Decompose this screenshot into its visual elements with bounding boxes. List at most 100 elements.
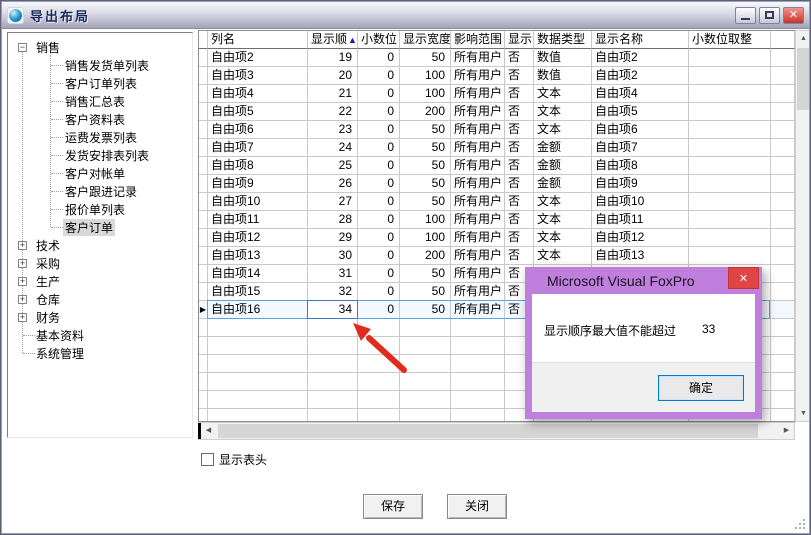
scroll-right-button[interactable]: ▶ [779,423,794,438]
cell-列名[interactable]: 自由项5 [208,103,308,121]
cell-显示[interactable]: 否 [505,121,534,139]
cell-数据类型[interactable]: 文本 [534,229,592,247]
cell-显示宽度[interactable]: 100 [400,67,451,85]
cell-显示宽度[interactable]: 100 [400,211,451,229]
cell-小数位取整[interactable] [689,49,771,67]
save-button[interactable]: 保存 [363,494,423,519]
tree-item-报价单列表[interactable]: 报价单列表 [63,201,127,218]
cell-小数位取整[interactable] [689,103,771,121]
cell-显示顺[interactable]: 26 [308,175,358,193]
cell-列名[interactable]: 自由项16 [208,301,308,319]
cell-影响范围[interactable]: 所有用户 [451,175,505,193]
cell-小数位取整[interactable] [689,121,771,139]
tree-item-技术[interactable]: 技术 [34,237,62,254]
tree-expand-icon[interactable]: + [18,277,27,286]
cell-影响范围[interactable]: 所有用户 [451,67,505,85]
ok-button[interactable]: 确定 [658,375,744,401]
cell-影响范围[interactable]: 所有用户 [451,301,505,319]
cell-显示名称[interactable]: 自由项11 [592,211,689,229]
resize-grip-icon[interactable] [793,517,805,529]
cell-显示宽度[interactable]: 100 [400,85,451,103]
cell-列名[interactable]: 自由项10 [208,193,308,211]
tree-item-采购[interactable]: 采购 [34,255,62,272]
cell-列名[interactable]: 自由项13 [208,247,308,265]
tree-item-销售发货单列表[interactable]: 销售发货单列表 [63,57,151,74]
cell-列名[interactable]: 自由项7 [208,139,308,157]
cell-显示顺[interactable]: 21 [308,85,358,103]
column-header-影响范围[interactable]: 影响范围 [451,31,505,49]
cell-列名[interactable]: 自由项4 [208,85,308,103]
cell-影响范围[interactable]: 所有用户 [451,229,505,247]
tree-expand-icon[interactable]: + [18,241,27,250]
column-header-数据类型[interactable]: 数据类型 [534,31,592,49]
cell-影响范围[interactable]: 所有用户 [451,85,505,103]
vertical-scroll-thumb[interactable] [797,48,810,110]
cell-显示顺[interactable]: 31 [308,265,358,283]
tree-item-客户跟进记录[interactable]: 客户跟进记录 [63,183,139,200]
cell-显示顺[interactable]: 32 [308,283,358,301]
cell-影响范围[interactable]: 所有用户 [451,103,505,121]
cell-显示宽度[interactable]: 50 [400,265,451,283]
cell-小数位[interactable]: 0 [358,121,400,139]
tree-item-财务[interactable]: 财务 [34,309,62,326]
cell-显示[interactable]: 否 [505,49,534,67]
cell-显示名称[interactable]: 自由项2 [592,67,689,85]
cell-显示顺[interactable]: 27 [308,193,358,211]
column-header-显示顺[interactable]: 显示顺▲ [308,31,358,49]
cell-显示顺[interactable]: 22 [308,103,358,121]
cell-小数位[interactable]: 0 [358,103,400,121]
cell-小数位[interactable]: 0 [358,211,400,229]
cell-显示名称[interactable]: 自由项5 [592,103,689,121]
cell-小数位取整[interactable] [689,67,771,85]
cell-显示顺[interactable]: 25 [308,157,358,175]
cell-数据类型[interactable]: 文本 [534,211,592,229]
cell-显示宽度[interactable]: 100 [400,229,451,247]
cell-显示宽度[interactable]: 50 [400,49,451,67]
scroll-up-button[interactable]: ▲ [796,31,811,46]
cell-小数位取整[interactable] [689,193,771,211]
tree-item-发货安排表列表[interactable]: 发货安排表列表 [63,147,151,164]
column-header-小数位[interactable]: 小数位 [358,31,400,49]
cell-列名[interactable]: 自由项14 [208,265,308,283]
tree-item-系统管理[interactable]: 系统管理 [34,345,86,362]
scroll-left-button[interactable]: ◀ [201,423,216,438]
cell-显示宽度[interactable]: 50 [400,121,451,139]
show-header-option[interactable]: 显示表头 [201,451,267,468]
cell-影响范围[interactable]: 所有用户 [451,121,505,139]
cell-显示顺[interactable]: 28 [308,211,358,229]
cell-小数位[interactable]: 0 [358,67,400,85]
cell-数据类型[interactable]: 文本 [534,103,592,121]
scroll-down-button[interactable]: ▼ [796,406,811,421]
cell-小数位取整[interactable] [689,157,771,175]
cell-显示名称[interactable]: 自由项4 [592,85,689,103]
column-header-显示[interactable]: 显示 [505,31,534,49]
tree-item-客户订单列表[interactable]: 客户订单列表 [63,75,139,92]
cell-显示名称[interactable]: 自由项9 [592,175,689,193]
cell-显示[interactable]: 否 [505,193,534,211]
cell-显示[interactable]: 否 [505,139,534,157]
cell-显示顺[interactable]: 30 [308,247,358,265]
tree-expand-icon[interactable]: + [18,295,27,304]
cell-小数位[interactable]: 0 [358,85,400,103]
cell-显示顺[interactable]: 19 [308,49,358,67]
cell-小数位[interactable]: 0 [358,175,400,193]
tree-item-客户订单[interactable]: 客户订单 [63,219,115,236]
cell-显示宽度[interactable]: 50 [400,283,451,301]
cell-小数位[interactable]: 0 [358,265,400,283]
show-header-checkbox[interactable] [201,453,214,466]
cell-列名[interactable]: 自由项6 [208,121,308,139]
cell-小数位[interactable]: 0 [358,283,400,301]
cell-显示宽度[interactable]: 50 [400,139,451,157]
horizontal-scroll-thumb[interactable] [218,424,758,438]
cell-显示顺[interactable]: 23 [308,121,358,139]
cell-小数位取整[interactable] [689,229,771,247]
cell-列名[interactable]: 自由项2 [208,49,308,67]
cell-小数位取整[interactable] [689,139,771,157]
cell-影响范围[interactable]: 所有用户 [451,211,505,229]
cell-数据类型[interactable]: 数值 [534,49,592,67]
cell-显示名称[interactable]: 自由项8 [592,157,689,175]
cell-小数位取整[interactable] [689,85,771,103]
close-dialog-button[interactable]: 关闭 [447,494,507,519]
cell-显示[interactable]: 否 [505,157,534,175]
cell-显示名称[interactable]: 自由项7 [592,139,689,157]
